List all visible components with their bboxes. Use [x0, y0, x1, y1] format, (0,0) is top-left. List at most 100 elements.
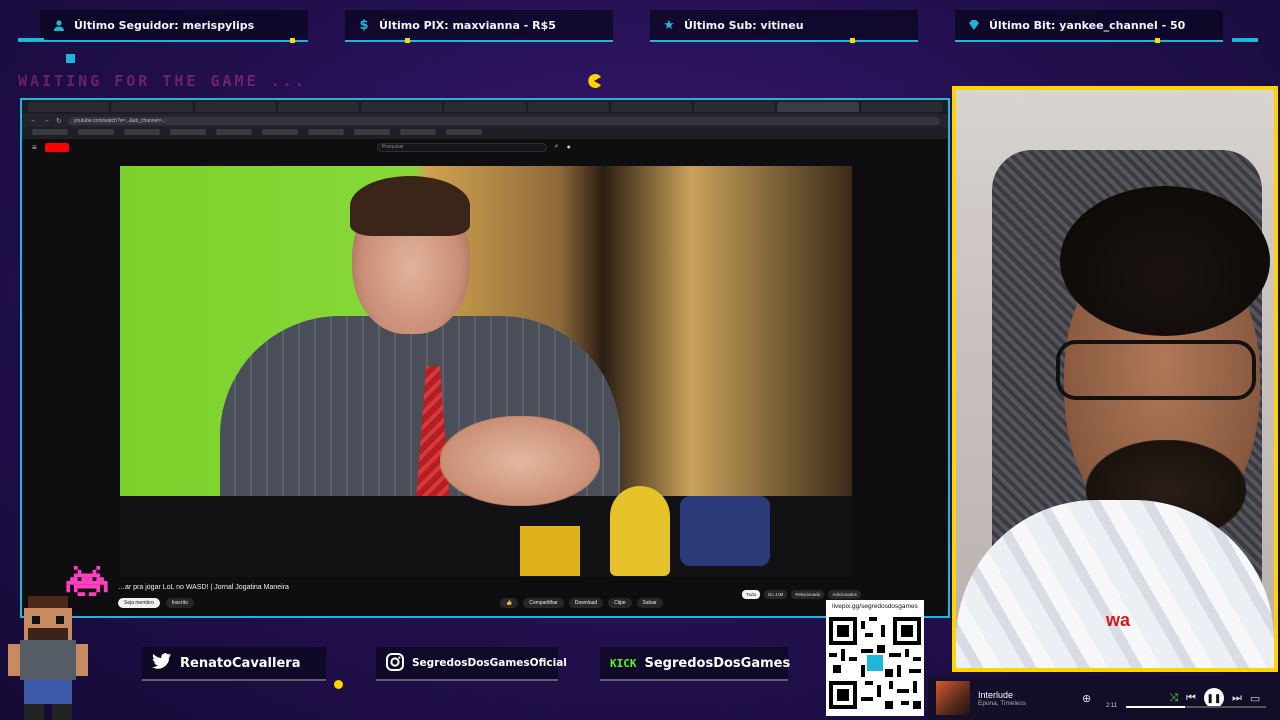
menu-icon[interactable]: ≡	[32, 143, 37, 152]
browser-tab[interactable]	[361, 102, 443, 112]
browser-tab[interactable]	[277, 102, 360, 112]
browser-tab[interactable]	[527, 102, 609, 112]
bookmark-item[interactable]	[78, 129, 114, 135]
twitter-handle-bar: RenatoCavallera	[142, 647, 326, 681]
browser-tab[interactable]	[860, 102, 942, 112]
search-icon[interactable]: ⌕	[555, 143, 559, 151]
robot-toy	[610, 486, 670, 576]
instagram-handle-bar: SegredosDosGamesOficial	[376, 647, 567, 681]
pause-button[interactable]: ❚❚	[1203, 688, 1224, 708]
frame-left-accent	[18, 38, 44, 42]
track-artist: Epona, Timeless	[978, 699, 1027, 707]
instagram-label: SegredosDosGamesOficial	[412, 657, 567, 669]
lyrics-icon[interactable]: ▭	[1250, 692, 1260, 705]
alert-follower: Último Seguidor: merispylips	[40, 10, 308, 43]
bookmark-item[interactable]	[354, 129, 390, 135]
elapsed-time: 2:11	[1106, 703, 1118, 709]
browser-tab[interactable]	[28, 102, 110, 112]
share-button[interactable]: Compartilhar	[523, 598, 564, 608]
clip-button[interactable]: Clipe	[608, 598, 632, 608]
address-bar[interactable]: youtube.com/watch?v=...&ab_channel=...	[67, 116, 940, 125]
twitter-icon	[152, 653, 172, 673]
channel-row: Seja membro Inscrito	[118, 598, 194, 608]
reload-icon[interactable]: ↻	[56, 117, 62, 125]
album-cover	[936, 681, 970, 715]
related-chips: Tudo Do JJM Relacionado Adicionados	[742, 590, 861, 599]
qr-code-icon	[829, 617, 921, 709]
streamer-hair	[1060, 186, 1270, 336]
previous-icon[interactable]: ⏮	[1186, 692, 1196, 705]
add-icon[interactable]: ⊕	[1082, 692, 1091, 705]
youtube-header: ≡ Pesquisar ⌕ ●	[22, 139, 948, 155]
star-icon: ★	[663, 17, 675, 33]
user-icon	[52, 18, 66, 32]
forward-icon[interactable]: →	[43, 117, 50, 124]
kick-handle-bar: KICK SegredosDosGames	[600, 647, 791, 681]
waiting-text: WAITING FOR THE GAME ...	[18, 72, 307, 90]
figure-toy	[680, 496, 770, 566]
browser-tab[interactable]	[111, 102, 193, 112]
chip-all[interactable]: Tudo	[742, 590, 761, 599]
bookmark-item[interactable]	[170, 129, 206, 135]
space-invader-icon	[66, 566, 108, 596]
shirt-logo: wa	[1106, 610, 1131, 630]
bookmark-item[interactable]	[308, 129, 344, 135]
block-toy	[520, 526, 580, 576]
alert-pix: $ Último PIX: maxvianna - R$5	[345, 10, 613, 43]
alert-follower-label: Último Seguidor: merispylips	[74, 18, 255, 32]
blue-dot	[66, 54, 75, 63]
instagram-icon	[386, 652, 404, 674]
mic-icon[interactable]: ●	[567, 144, 571, 151]
next-icon[interactable]: ⏭	[1232, 692, 1242, 705]
bookmark-item[interactable]	[400, 129, 436, 135]
chip-related[interactable]: Relacionado	[791, 590, 825, 599]
join-button[interactable]: Seja membro	[118, 598, 160, 608]
browser-capture: ← → ↻ youtube.com/watch?v=...&ab_channel…	[20, 98, 950, 618]
bookmark-item[interactable]	[216, 129, 252, 135]
track-name: Interlude	[978, 689, 1014, 700]
pacman-icon	[588, 74, 601, 88]
download-button[interactable]: Download	[568, 598, 604, 608]
video-title: …ar pra jogar LoL no WASD! | Jornal Joga…	[118, 584, 289, 591]
twitter-label: RenatoCavallera	[180, 655, 301, 671]
browser-tab[interactable]	[444, 102, 526, 112]
browser-tab[interactable]	[194, 102, 276, 112]
browser-tab[interactable]	[610, 102, 693, 112]
toy-figures	[520, 466, 780, 576]
subscribed-button[interactable]: Inscrito	[165, 598, 194, 608]
browser-tabbar	[22, 100, 948, 114]
chip-added[interactable]: Adicionados	[828, 590, 861, 599]
presenter-hair	[350, 176, 470, 236]
spotify-widget: Interlude Epona, Timeless ⊕ ⤨ ⏮ ❚❚ ⏭ ▭	[928, 676, 1280, 720]
browser-tab-active[interactable]	[777, 102, 859, 112]
track-progress-bar[interactable]	[1126, 706, 1266, 708]
chip-channel[interactable]: Do JJM	[764, 590, 788, 599]
pixel-avatar-icon	[8, 596, 88, 720]
livepix-qr-code[interactable]: livepix.gg/segredosdosgames	[826, 600, 924, 716]
dollar-icon: $	[359, 17, 369, 33]
track-progress-fill	[1126, 706, 1185, 708]
bookmark-item[interactable]	[124, 129, 160, 135]
alert-pix-label: Último PIX: maxvianna - R$5	[379, 18, 556, 32]
bookmark-item[interactable]	[262, 129, 298, 135]
alert-bit: Último Bit: yankee_channel - 50	[955, 10, 1223, 43]
yellow-dot	[334, 680, 343, 689]
track-info: Interlude Epona, Timeless	[978, 690, 1074, 707]
save-button[interactable]: Salvar	[636, 598, 663, 608]
frame-right-accent	[1232, 38, 1258, 42]
alert-sub-label: Último Sub: vitineu	[684, 18, 804, 32]
youtube-logo[interactable]	[44, 142, 69, 152]
search-input[interactable]: Pesquisar	[376, 142, 547, 152]
bookmark-item[interactable]	[32, 129, 68, 135]
shuffle-icon[interactable]: ⤨	[1169, 692, 1178, 705]
qr-caption: livepix.gg/segredosdosgames	[832, 603, 918, 610]
browser-urlbar: ← → ↻ youtube.com/watch?v=...&ab_channel…	[22, 114, 948, 127]
alert-sub: ★ Último Sub: vitineu	[650, 10, 918, 43]
like-button[interactable]: 👍	[500, 598, 519, 608]
browser-tab[interactable]	[694, 102, 776, 112]
streamer-glasses	[1056, 340, 1256, 400]
video-player[interactable]	[120, 166, 852, 577]
bookmark-item[interactable]	[446, 129, 482, 135]
back-icon[interactable]: ←	[30, 117, 37, 124]
kick-label: SegredosDosGames	[644, 655, 791, 671]
